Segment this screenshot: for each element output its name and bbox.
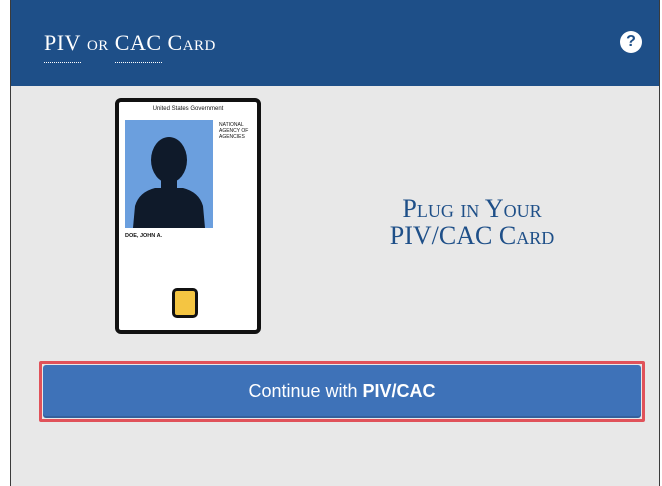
help-icon[interactable]: ? [620, 31, 642, 53]
title-card: Card [167, 30, 216, 55]
card-chip [172, 288, 198, 318]
cac-abbreviation[interactable]: CAC [114, 30, 162, 63]
plug-in-line-1: Plug in Your [402, 194, 542, 223]
piv-card-illustration: United States Government NATIONAL AGENCY… [115, 98, 261, 334]
continue-button-prefix: Continue with [248, 381, 363, 401]
card-photo [125, 120, 213, 228]
card-government-label: United States Government [152, 106, 224, 112]
card-agency-label: NATIONAL AGENCY OF AGENCIES [219, 122, 249, 140]
plug-in-prompt: Plug in Your PIV/CAC Card [357, 195, 587, 249]
continue-with-piv-cac-button[interactable]: Continue with PIV/CAC [43, 365, 641, 418]
plug-in-line-2: PIV/CAC Card [389, 221, 555, 250]
piv-cac-panel: PIV or CAC Card ? United States Governme… [10, 0, 660, 486]
continue-button-bold: PIV/CAC [362, 381, 436, 401]
card-name-label: DOE, JOHN A. [125, 233, 163, 239]
person-silhouette-icon [133, 137, 205, 228]
title-or: or [86, 30, 109, 55]
piv-abbreviation[interactable]: PIV [44, 30, 81, 63]
panel-header: PIV or CAC Card ? [11, 0, 659, 86]
panel-title: PIV or CAC Card [44, 30, 216, 63]
